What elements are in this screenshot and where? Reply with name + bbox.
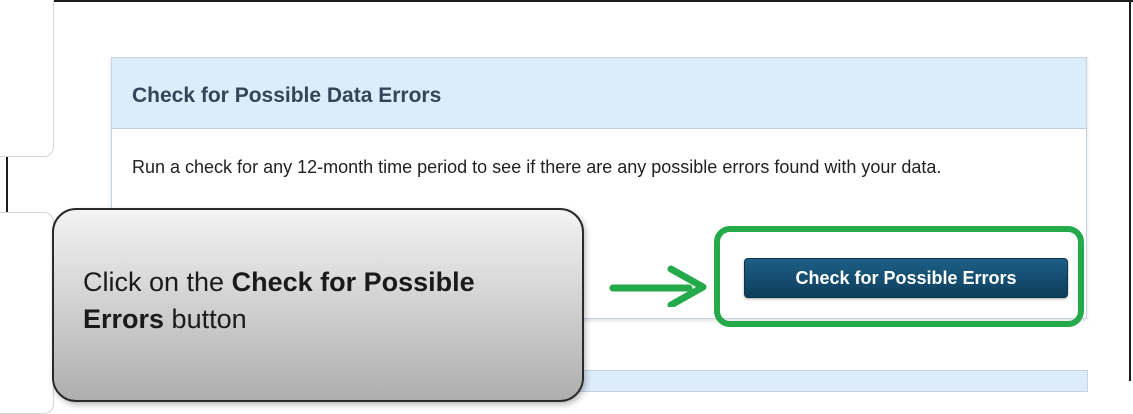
- callout-prefix: Click on the: [83, 267, 232, 297]
- panel-description: Run a check for any 12-month time period…: [132, 157, 942, 177]
- callout-text: Click on the Check for Possible Errors b…: [83, 264, 563, 338]
- left-side-card-bottom: [0, 212, 54, 414]
- callout-suffix: button: [164, 304, 247, 334]
- instruction-callout: Click on the Check for Possible Errors b…: [52, 208, 584, 402]
- left-side-card-top: [0, 0, 54, 157]
- next-panel-header-edge: [576, 370, 1088, 392]
- panel-title: Check for Possible Data Errors: [132, 84, 442, 107]
- frame-right-border: [1129, 0, 1131, 381]
- frame-top-border: [0, 0, 1133, 2]
- panel-header: Check for Possible Data Errors: [112, 58, 1086, 129]
- button-highlight-outline: [714, 226, 1084, 327]
- pointer-arrow-icon: [609, 265, 707, 307]
